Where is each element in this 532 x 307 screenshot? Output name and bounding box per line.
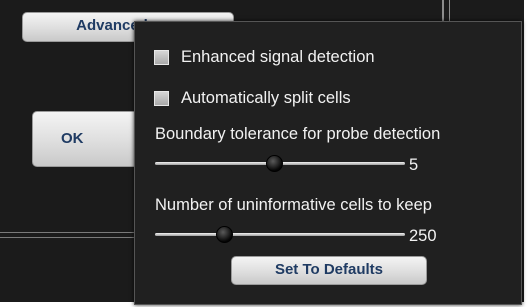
divider-horizontal-lower: [0, 237, 140, 238]
ok-button-label: OK: [61, 130, 84, 147]
auto-split-cells-label: Automatically split cells: [181, 88, 351, 107]
boundary-tolerance-label: Boundary tolerance for probe detection: [155, 125, 441, 143]
slider-thumb[interactable]: [266, 155, 283, 172]
auto-split-cells-checkbox[interactable]: [154, 90, 169, 106]
auto-split-cells-option[interactable]: Automatically split cells: [154, 87, 351, 109]
enhanced-signal-detection-checkbox[interactable]: [154, 49, 169, 65]
divider-horizontal: [0, 232, 140, 233]
uninformative-cells-value: 250: [409, 227, 437, 245]
slider-thumb[interactable]: [216, 226, 233, 243]
advanced-settings-popup: Enhanced signal detection Automatically …: [134, 21, 522, 305]
enhanced-signal-detection-option[interactable]: Enhanced signal detection: [154, 46, 375, 68]
set-to-defaults-button[interactable]: Set To Defaults: [231, 256, 427, 285]
enhanced-signal-detection-label: Enhanced signal detection: [181, 47, 375, 66]
boundary-tolerance-value: 5: [409, 156, 419, 174]
set-to-defaults-label: Set To Defaults: [274, 261, 384, 278]
uninformative-cells-slider[interactable]: [155, 224, 405, 246]
boundary-tolerance-slider[interactable]: [155, 153, 405, 175]
slider-track[interactable]: [155, 233, 405, 236]
uninformative-cells-label: Number of uninformative cells to keep: [155, 196, 432, 214]
